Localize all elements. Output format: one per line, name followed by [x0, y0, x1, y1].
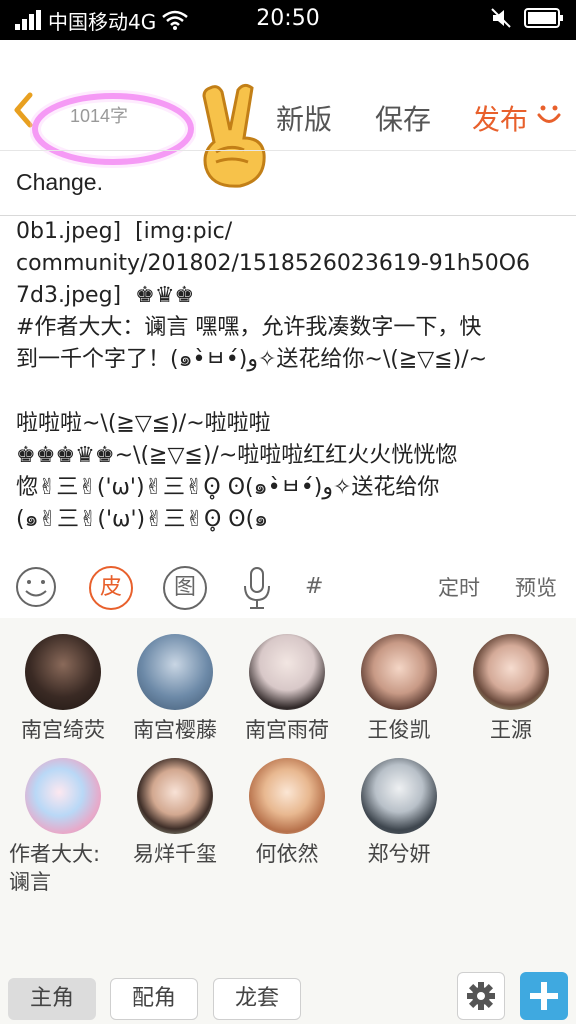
microphone-icon[interactable] [242, 566, 272, 610]
avatar [137, 758, 213, 834]
character-item[interactable]: 郑兮妍 [343, 758, 455, 868]
settings-button[interactable] [457, 972, 505, 1020]
role-tabs: 主角 配角 龙套 [0, 972, 576, 1024]
save-button[interactable]: 保存 [375, 98, 431, 138]
character-name: 何依然 [255, 842, 319, 866]
gear-icon [467, 982, 495, 1010]
avatar [249, 634, 325, 710]
character-item[interactable]: 王源 [455, 634, 567, 744]
character-item[interactable]: 王俊凯 [343, 634, 455, 744]
body-line: ♚♚♚♛♚~\(≧▽≦)/~啦啦啦红红火火恍恍惚 [16, 443, 458, 468]
content-editor[interactable]: 0b1.jpeg] [img:pic/ community/201802/151… [16, 216, 564, 548]
title-field[interactable]: Change. [0, 150, 576, 216]
editor-toolbar: 皮 图 # 定时 预览 [0, 552, 576, 618]
body-line: 啦啦啦~\(≧▽≦)/~啦啦啦 [16, 411, 271, 436]
character-item[interactable]: 易烊千玺 [119, 758, 231, 868]
avatar [249, 758, 325, 834]
avatar [25, 634, 101, 710]
body-line: 0b1.jpeg] [img:pic/ [16, 219, 233, 244]
status-right [490, 7, 564, 29]
avatar [361, 634, 437, 710]
character-panel: 南宫绮荧 南宫樱藤 南宫雨荷 王俊凯 王源 作者大大: 谰言 易烊千玺 何依然 … [0, 618, 576, 1024]
tab-extra[interactable]: 龙套 [213, 978, 301, 1020]
emoji-icon[interactable] [15, 566, 57, 608]
body-line: (๑✌三✌('ω')✌三✌ʘ̥ ʘ(๑ [16, 507, 269, 532]
new-version-button[interactable]: 新版 [276, 98, 332, 138]
tab-lead[interactable]: 主角 [8, 978, 96, 1020]
char-counter: 1014字 [70, 106, 129, 126]
mute-icon [491, 8, 511, 28]
character-name: 作者大大: 谰言 [9, 842, 101, 894]
avatar [25, 758, 101, 834]
character-item[interactable]: 何依然 [231, 758, 343, 868]
body-blank-line [16, 376, 564, 408]
preview-button[interactable]: 预览 [515, 572, 557, 602]
tab-support[interactable]: 配角 [110, 978, 198, 1020]
character-item[interactable]: 南宫雨荷 [231, 634, 343, 744]
character-name: 王俊凯 [367, 718, 431, 742]
body-line: 7d3.jpeg] ♚♛♚ [16, 283, 195, 308]
avatar [361, 758, 437, 834]
editor-header: 1014字 新版 保存 发布 [0, 40, 576, 188]
body-line: #作者大大：谰言 嘿嘿，允许我凑数字一下，快 [16, 315, 482, 340]
character-item[interactable]: 南宫绮荧 [7, 634, 119, 744]
hashtag-button[interactable]: # [305, 574, 323, 599]
avatar [137, 634, 213, 710]
add-character-button[interactable] [520, 972, 568, 1020]
skin-button[interactable]: 皮 [89, 566, 133, 610]
title-text: Change. [16, 169, 103, 195]
character-name: 南宫雨荷 [245, 718, 329, 742]
character-name: 易烊千玺 [133, 842, 217, 866]
image-button[interactable]: 图 [163, 566, 207, 610]
publish-button[interactable]: 发布 [472, 98, 528, 138]
battery-icon [524, 8, 563, 28]
character-name: 南宫樱藤 [133, 718, 217, 742]
plus-icon [530, 982, 558, 1010]
character-name: 南宫绮荧 [21, 718, 105, 742]
body-line: 到一千个字了！(๑•̀ㅂ•́)و✧送花给你~\(≧▽≦)/~ [16, 347, 488, 372]
schedule-button[interactable]: 定时 [438, 572, 480, 602]
character-name: 郑兮妍 [367, 842, 431, 866]
body-line: 惚✌三✌('ω')✌三✌ʘ̥ ʘ(๑•̀ㅂ•́)و✧送花给你 [16, 475, 440, 500]
smile-icon[interactable] [536, 102, 562, 128]
character-item[interactable]: 南宫樱藤 [119, 634, 231, 744]
character-item[interactable]: 作者大大: 谰言 [7, 758, 119, 896]
character-name: 王源 [490, 718, 532, 742]
status-bar: 中国移动4G 20:50 [0, 0, 576, 40]
avatar [473, 634, 549, 710]
body-line: community/201802/1518526023619-91h50O6 [16, 251, 531, 276]
